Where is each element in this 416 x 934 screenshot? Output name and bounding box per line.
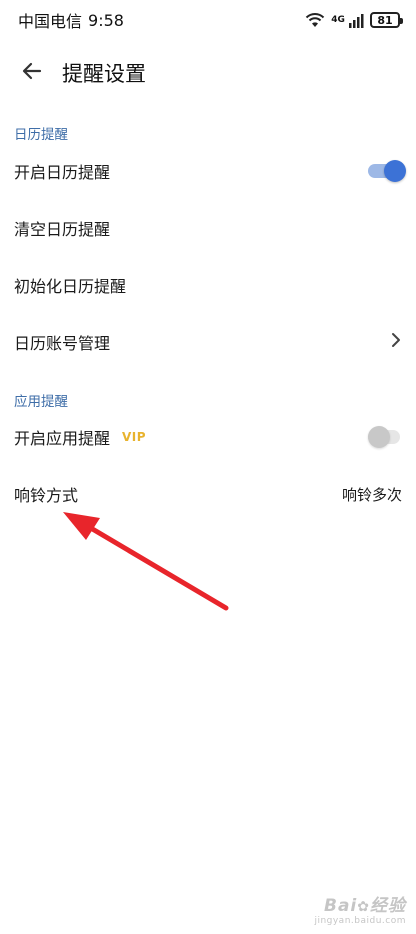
row-label: 日历账号管理	[14, 334, 111, 353]
toggle-knob	[368, 426, 390, 448]
page-title: 提醒设置	[62, 62, 146, 86]
chevron-right-icon	[390, 331, 402, 353]
section-title-calendar: 日历提醒	[14, 127, 68, 143]
watermark-logo: Bai✿经验	[324, 896, 406, 916]
row-ring-mode[interactable]: 响铃方式 响铃多次	[0, 466, 416, 522]
row-label: 响铃方式	[14, 486, 79, 505]
row-label: 清空日历提醒	[14, 220, 111, 239]
row-label: 初始化日历提醒	[14, 277, 127, 296]
wifi-icon	[305, 12, 325, 28]
vip-badge: VIP	[122, 430, 147, 444]
status-right: 4G 81	[305, 11, 403, 30]
status-bar: 中国电信 9:58 4G 81	[0, 0, 416, 40]
battery-icon: 81	[370, 12, 403, 28]
row-label-wrap: 开启应用提醒 VIP	[14, 425, 146, 449]
back-button[interactable]	[12, 53, 52, 93]
app-reminder-toggle[interactable]	[368, 426, 406, 448]
network-type-label: 4G	[331, 14, 345, 25]
row-label: 开启应用提醒	[14, 429, 111, 448]
row-clear-calendar-reminder[interactable]: 清空日历提醒	[0, 200, 416, 256]
toggle-knob	[384, 160, 406, 182]
battery-level: 81	[377, 13, 393, 27]
watermark-url: jingyan.baidu.com	[314, 916, 406, 926]
calendar-reminder-toggle[interactable]	[368, 160, 406, 182]
arrow-left-icon	[20, 59, 44, 87]
baidu-watermark: Bai✿经验 jingyan.baidu.com	[314, 891, 406, 926]
carrier-name: 中国电信	[18, 12, 83, 31]
section-title-app: 应用提醒	[14, 394, 68, 410]
row-enable-calendar-reminder[interactable]: 开启日历提醒	[0, 143, 416, 199]
row-init-calendar-reminder[interactable]: 初始化日历提醒	[0, 257, 416, 313]
status-left: 中国电信 9:58	[18, 8, 124, 32]
screen: 中国电信 9:58 4G 81 提醒设置 日历提醒 开启日历提醒 清空日历提醒 …	[0, 0, 416, 934]
header: 提醒设置	[0, 50, 416, 96]
signal-icon: 4G	[331, 11, 364, 30]
row-enable-app-reminder[interactable]: 开启应用提醒 VIP	[0, 409, 416, 465]
status-time: 9:58	[88, 10, 124, 30]
ring-mode-value: 响铃多次	[341, 485, 402, 504]
row-label: 开启日历提醒	[14, 163, 111, 182]
row-calendar-account-management[interactable]: 日历账号管理	[0, 314, 416, 370]
